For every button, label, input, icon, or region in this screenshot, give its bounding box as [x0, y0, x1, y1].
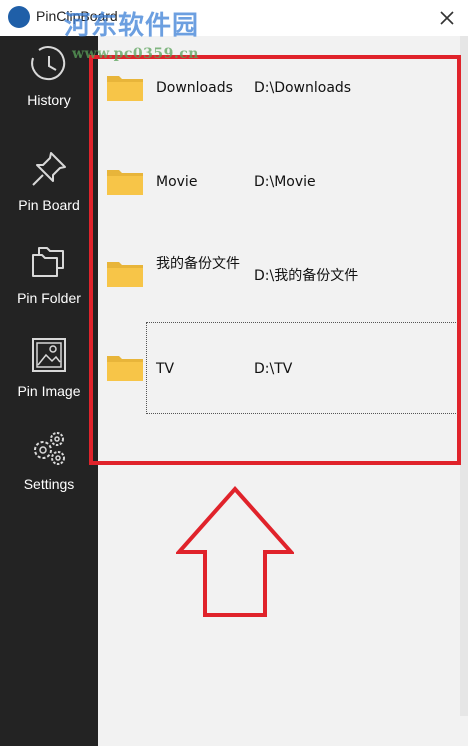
sidebar-item-pin-board[interactable]: Pin Board [0, 143, 98, 235]
sidebar-item-settings[interactable]: Settings [0, 422, 98, 514]
folder-item[interactable]: Movie D:\Movie [98, 166, 460, 260]
folder-item[interactable]: Downloads D:\Downloads [98, 72, 460, 166]
clock-icon [29, 44, 69, 84]
folder-item[interactable]: TV D:\TV [98, 352, 460, 446]
sidebar-item-label: Pin Folder [17, 290, 81, 306]
folder-path: D:\Downloads [254, 80, 352, 96]
folder-icon [107, 356, 143, 381]
sidebar-item-history[interactable]: History [0, 38, 98, 130]
sidebar-item-label: History [27, 92, 71, 108]
sidebar-item-pin-folder[interactable]: Pin Folder [0, 236, 98, 328]
sidebar-item-label: Pin Image [17, 383, 81, 399]
folder-icon [107, 170, 143, 195]
close-button[interactable] [432, 4, 462, 32]
app-logo-icon [8, 6, 30, 28]
sidebar-item-label: Pin Board [18, 197, 80, 213]
pin-icon [29, 149, 69, 189]
folder-name: Downloads [156, 80, 233, 96]
sidebar-item-label: Settings [23, 476, 75, 492]
folder-name: Movie [156, 174, 198, 190]
folders-icon [29, 242, 69, 282]
image-icon [29, 335, 69, 375]
folder-icon [107, 76, 143, 101]
folder-name: 我的备份文件 [156, 256, 240, 272]
folder-path: D:\TV [254, 361, 293, 377]
gears-icon [29, 428, 69, 468]
app-title: PinClipBoard [36, 8, 118, 24]
close-icon [440, 11, 454, 25]
title-bar: PinClipBoard [0, 0, 468, 36]
folder-path: D:\Movie [254, 174, 316, 190]
folder-name: TV [156, 361, 175, 377]
sidebar-item-pin-image[interactable]: Pin Image [0, 329, 98, 421]
scrollbar[interactable] [460, 36, 468, 716]
folder-path: D:\我的备份文件 [254, 268, 359, 284]
folder-icon [107, 262, 143, 287]
